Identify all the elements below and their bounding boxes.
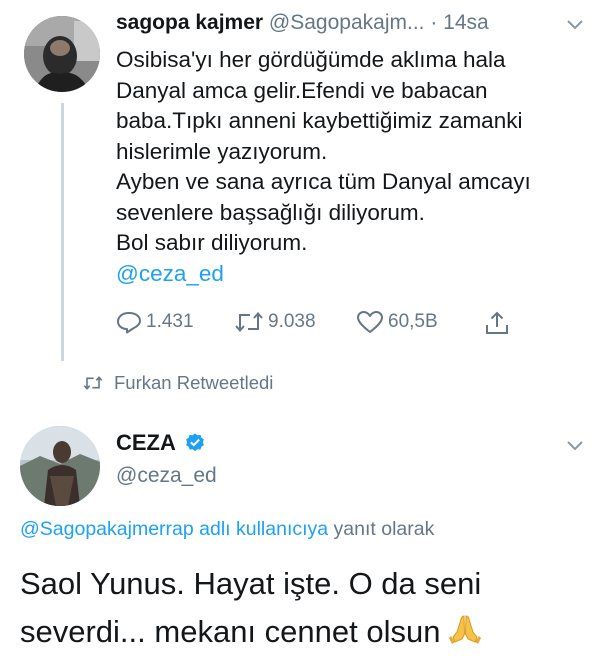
retweet-context[interactable]: Furkan Retweetledi <box>82 372 273 394</box>
tweet-text-line: sevenlere başsağlığı diliyorum. <box>116 199 425 225</box>
tweet1-actions: 1.431 9.038 60,5B <box>116 310 536 340</box>
avatar-sagopa-image <box>24 16 100 92</box>
retweet-icon <box>235 311 263 333</box>
tweet-text-line: severdi... mekanı cennet olsun <box>20 614 441 649</box>
tweet2-text: Saol Yunus. Hayat işte. O da seni severd… <box>20 560 590 656</box>
avatar-ceza[interactable] <box>20 426 100 506</box>
folded-hands-emoji <box>449 615 482 644</box>
like-count: 60,5B <box>388 311 438 332</box>
share-button[interactable] <box>484 310 510 336</box>
tweet-sagopa[interactable]: sagopa kajmer @Sagopakajm... · 14sa Osib… <box>0 0 609 368</box>
reply-button[interactable]: 1.431 <box>116 310 194 334</box>
share-icon <box>486 311 508 334</box>
avatar-ceza-image <box>20 426 100 506</box>
replying-to: @Sagopakajmerrap adlı kullanıcıya yanıt … <box>20 518 434 541</box>
like-button[interactable]: 60,5B <box>356 310 438 334</box>
replying-to-link[interactable]: @Sagopakajmerrap adlı kullanıcıya <box>20 518 328 540</box>
retweeted-by-label: Furkan Retweetledi <box>114 372 274 393</box>
tweet-text-line: Ayben ve sana ayrıca tüm Danyal amcayı <box>116 169 531 194</box>
retweet-icon <box>83 376 103 390</box>
tweet1-text: Osibisa'yı her gördüğümde aklıma hala Da… <box>116 45 596 289</box>
reply-icon <box>117 312 141 334</box>
tweet-time[interactable]: 14sa <box>443 11 489 34</box>
chevron-down-icon[interactable] <box>566 18 584 36</box>
author-handle[interactable]: @Sagopakajm... <box>269 11 425 34</box>
like-icon <box>357 311 383 333</box>
chevron-down-icon[interactable] <box>566 439 584 457</box>
tweet1-header: sagopa kajmer @Sagopakajm... · 14sa <box>116 11 489 35</box>
author-handle[interactable]: @ceza_ed <box>116 464 217 488</box>
replying-to-suffix: yanıt olarak <box>328 518 435 540</box>
tweet-text-line: Osibisa'yı her gördüğümde aklıma hala <box>116 47 506 72</box>
retweet-button[interactable]: 9.038 <box>234 310 316 334</box>
retweet-count: 9.038 <box>268 311 316 332</box>
tweet-text-line: Saol Yunus. Hayat işte. O da seni <box>20 566 482 601</box>
tweet2-header: CEZA <box>116 430 206 456</box>
mention-link[interactable]: @ceza_ed <box>116 259 596 290</box>
reply-count: 1.431 <box>146 311 194 332</box>
verified-badge-icon <box>185 433 204 452</box>
tweet-text-line: Bol sabır diliyorum. <box>116 230 308 255</box>
avatar-sagopa[interactable] <box>24 16 100 92</box>
tweet-text-line-with-emoji: severdi... mekanı cennet olsun <box>20 608 590 656</box>
thread-line <box>61 103 64 361</box>
author-name[interactable]: CEZA <box>116 430 176 456</box>
author-name[interactable]: sagopa kajmer <box>116 11 263 34</box>
time-separator: · <box>430 11 444 34</box>
tweet-text-line: hislerimle yazıyorum. <box>116 138 328 164</box>
tweet-text-line: baba.Tıpkı anneni kaybettiğimiz zamanki <box>116 108 523 133</box>
tweet-text-line: Danyal amca gelir.Efendi ve babacan <box>116 77 488 103</box>
